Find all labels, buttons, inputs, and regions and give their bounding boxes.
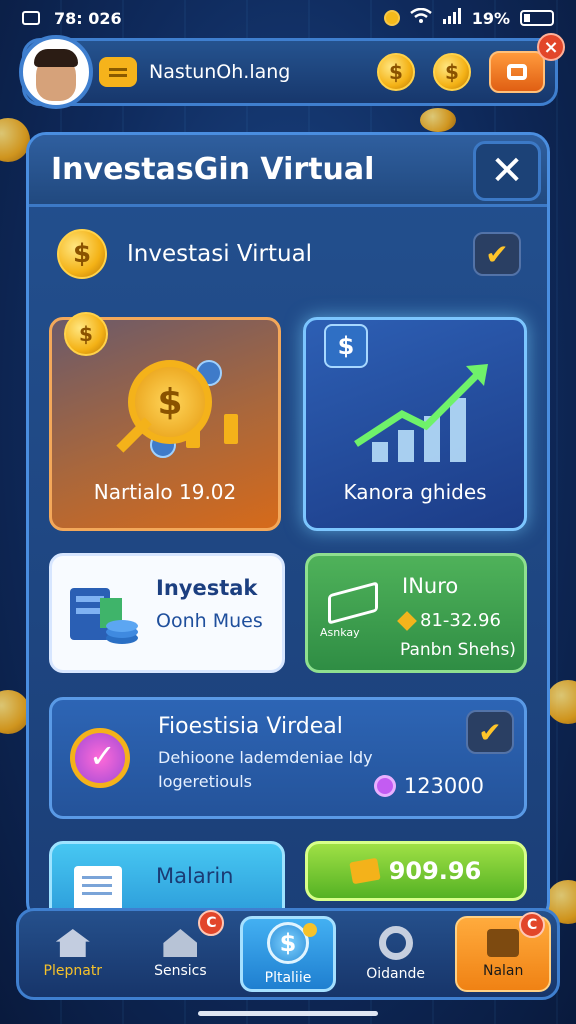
bench-icon [328, 581, 378, 625]
offer-value: 123000 [373, 774, 484, 798]
return-card-note: Panbn Shehs) [400, 640, 516, 660]
player-name: NastunOh.lang [149, 61, 291, 83]
gear-icon [378, 926, 413, 960]
signal-icon [442, 8, 462, 28]
nav-item-home[interactable]: Plepnatr [25, 916, 121, 992]
battery-percent: 19% [471, 8, 510, 28]
chat-button[interactable] [99, 57, 137, 87]
close-button[interactable]: ✕ [473, 141, 541, 201]
background-coin [546, 680, 576, 724]
offer-check-button[interactable]: ✔ [466, 710, 514, 754]
investment-panel: InvestasGin Virtual ✕ $ Investasi Virtua… [26, 132, 550, 922]
return-card-title: INuro [402, 574, 459, 598]
avatar-face [34, 49, 78, 101]
virtual-offer-card[interactable]: Fioestisia Virdeal Dehioone lademdeniae … [49, 697, 527, 819]
nav-label: Pltaliie [264, 970, 312, 986]
target-badge-icon [70, 728, 130, 788]
subheader-label: Investasi Virtual [127, 241, 313, 267]
close-header-badge[interactable]: × [537, 33, 565, 61]
portfolio-caption: Nartialo 19.02 [93, 480, 237, 504]
invest-card-subtitle: Oonh Mues [156, 610, 263, 632]
coin-status-icon [383, 10, 400, 26]
growth-card[interactable]: $ Kanora ghides [303, 317, 527, 531]
home-icon [55, 929, 90, 957]
notification-icon [22, 11, 40, 25]
nav-item-profile[interactable]: Nalan C [455, 912, 552, 992]
house-icon [163, 929, 198, 957]
gem-icon [373, 775, 396, 797]
return-card[interactable]: Asnkay INuro 81-32.96 Panbn Shehs) [305, 553, 527, 673]
offer-line-2: Iogeretiouls [158, 772, 253, 791]
wifi-icon [409, 7, 432, 28]
learn-card-title: Malarin [156, 864, 234, 888]
growth-caption: Kanora ghides [343, 480, 487, 504]
invest-card-title: Inyestak [156, 576, 258, 600]
notification-badge: C [198, 910, 225, 936]
cash-icon [348, 857, 381, 885]
battery-icon [520, 10, 554, 26]
bottom-nav: Plepnatr Sensics C $ Pltaliie Oidande Na… [16, 908, 560, 1000]
portfolio-card[interactable]: $ $ Nartialo 19.02 [49, 312, 281, 531]
invest-stack-icon [70, 588, 138, 644]
bench-label: Asnkay [320, 626, 360, 639]
nav-label: Nalan [482, 963, 524, 979]
nav-label: Oidande [366, 966, 425, 982]
coin-icon[interactable]: $ [433, 53, 471, 91]
offer-line-1: Dehioone lademdeniae ldy [158, 748, 373, 767]
coin-icon: $ [57, 229, 107, 279]
notification-badge: C [519, 912, 546, 938]
background-coin [420, 108, 456, 132]
player-header: NastunOh.lang $ $ × [19, 33, 565, 109]
avatar[interactable] [19, 35, 93, 109]
wallet-button[interactable] [489, 51, 545, 93]
diamond-icon [397, 610, 417, 631]
invest-card[interactable]: Inyestak Oonh Mues [49, 553, 285, 673]
balance-button[interactable]: 909.96 [305, 841, 527, 901]
coin-icon: $ [64, 312, 108, 356]
return-card-value: 81-32.96 [397, 610, 501, 631]
person-icon [487, 929, 520, 957]
highlight-dot [302, 923, 317, 937]
coin-icon[interactable]: $ [377, 53, 415, 91]
panel-title-bar: InvestasGin Virtual [29, 135, 547, 207]
chart-bar-icon [224, 414, 238, 444]
nav-item-settings[interactable]: Oidande [348, 916, 444, 992]
offer-value-text: 123000 [403, 774, 484, 798]
nav-label: Plepnatr [43, 963, 103, 979]
status-time: 78: 026 [54, 8, 122, 28]
growth-chart-icon [354, 364, 488, 462]
nav-label: Sensics [154, 963, 207, 979]
balance-value: 909.96 [388, 857, 482, 885]
nav-item-portfolio[interactable]: $ Pltaliie [239, 916, 336, 992]
offer-title: Fioestisia Virdeal [158, 714, 343, 739]
home-indicator[interactable] [198, 1011, 378, 1016]
return-value-text: 81-32.96 [420, 610, 501, 631]
nav-item-services[interactable]: Sensics C [132, 910, 228, 992]
panel-title: InvestasGin Virtual [51, 152, 375, 187]
subheader-check-button[interactable]: ✔ [473, 232, 521, 276]
panel-subheader: $ Investasi Virtual ✔ [57, 229, 521, 279]
status-bar: 78: 026 19% [0, 0, 576, 36]
